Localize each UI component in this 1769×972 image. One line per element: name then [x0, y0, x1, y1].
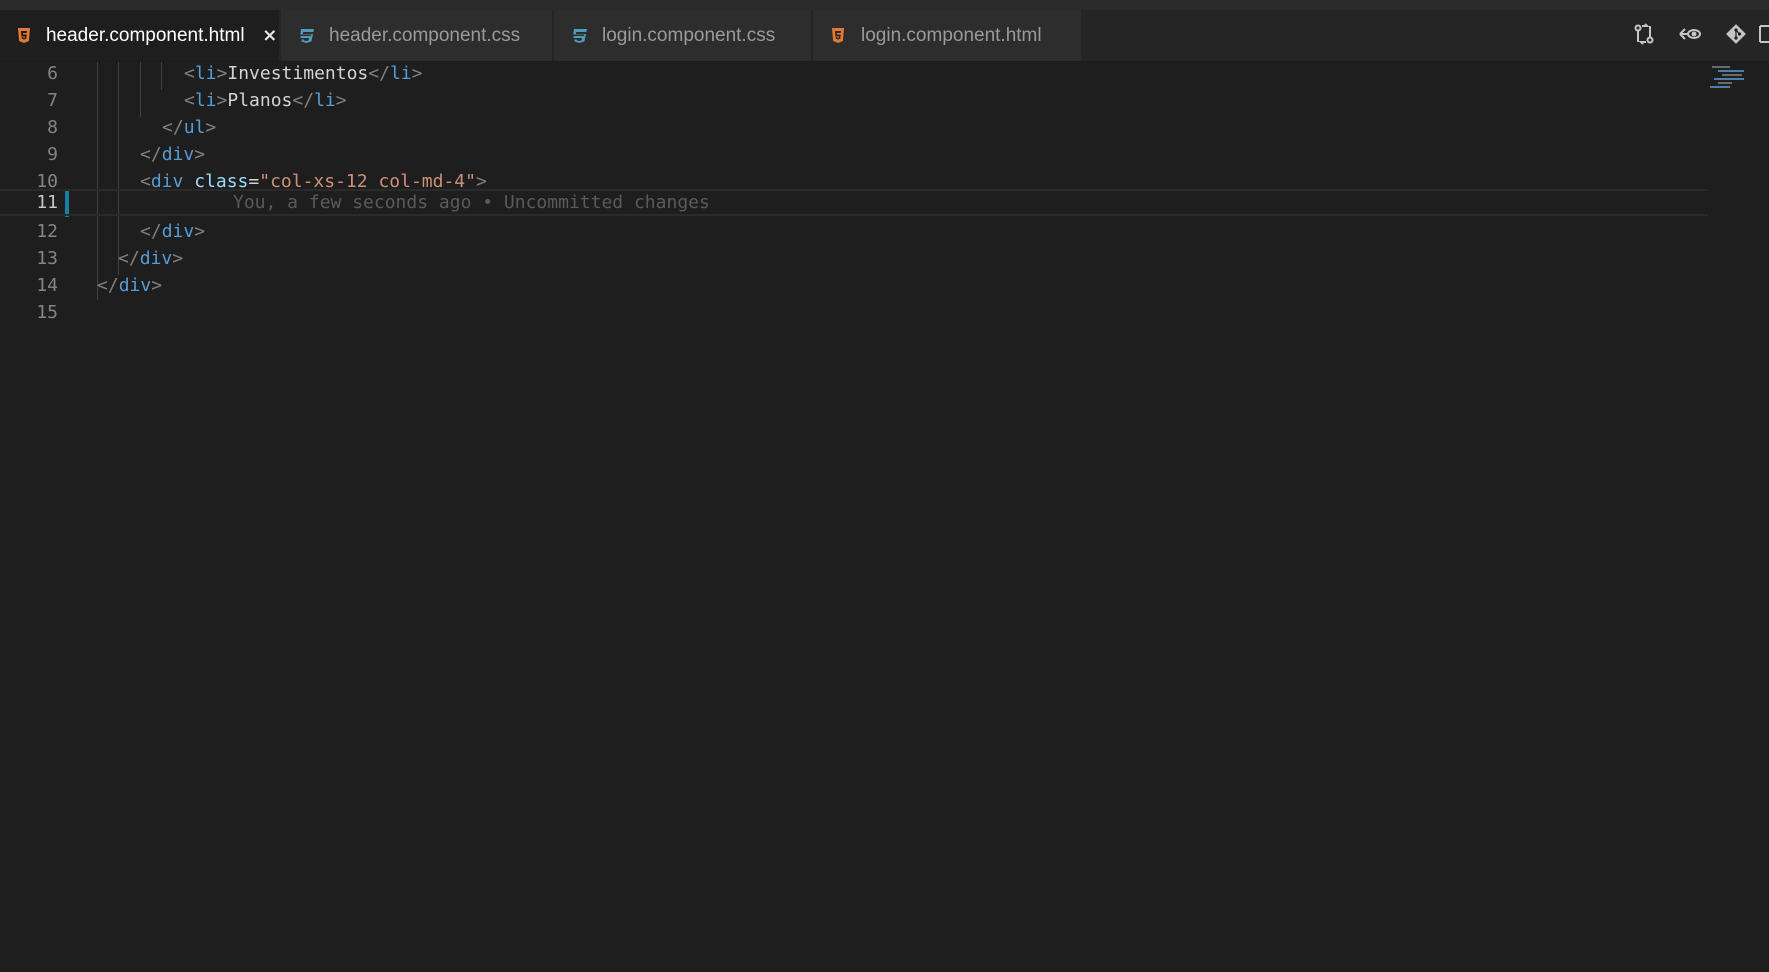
code-line: 15: [0, 299, 1708, 326]
editor-tab-bar: header.component.html × header.component…: [0, 10, 1769, 62]
line-number: 14: [36, 275, 58, 296]
code-line: 13 </div>: [0, 245, 1708, 272]
line-content: </div>: [97, 275, 163, 296]
split-editor-button[interactable]: [1759, 10, 1769, 61]
code-editor[interactable]: 6 <li>Investimentos</li> 7 <li>Planos</l…: [0, 62, 1769, 972]
code-line: 14 </div>: [0, 272, 1708, 299]
line-number: 11: [36, 192, 58, 213]
code-line: 7 <li>Planos</li>: [0, 87, 1708, 114]
code-line-current: 11 You, a few seconds ago • Uncommitted …: [0, 189, 1708, 216]
css3-file-icon: [293, 25, 319, 47]
git-blame-annotation: You, a few seconds ago • Uncommitted cha…: [233, 192, 710, 213]
editor-actions: [1621, 10, 1769, 61]
code-line: 12 </div>: [0, 218, 1708, 245]
split-editor-icon: [1759, 24, 1769, 48]
git-icon: [1725, 23, 1747, 49]
line-number: 8: [47, 117, 58, 138]
line-number: 7: [47, 90, 58, 111]
tab-label: login.component.css: [602, 24, 776, 46]
line-number: 13: [36, 248, 58, 269]
open-changes-button[interactable]: [1667, 10, 1713, 61]
tab-header-component-css[interactable]: header.component.css: [281, 10, 553, 61]
compare-changes-button[interactable]: [1621, 10, 1667, 61]
code-line: 6 <li>Investimentos</li>: [0, 60, 1708, 87]
line-content: </div>: [140, 144, 206, 165]
line-content: </ul>: [162, 117, 217, 138]
tab-login-component-css[interactable]: login.component.css: [554, 10, 812, 61]
html5-file-icon: [825, 25, 851, 47]
line-content: <li>Planos</li>: [184, 90, 347, 111]
git-button[interactable]: [1713, 10, 1759, 61]
tab-login-component-html[interactable]: login.component.html: [813, 10, 1082, 61]
html5-file-icon: [12, 25, 36, 47]
line-number: 15: [36, 302, 58, 323]
compare-changes-icon: [1633, 22, 1655, 49]
code-line: 9 </div>: [0, 141, 1708, 168]
close-icon[interactable]: ×: [261, 25, 279, 46]
line-number: 6: [47, 63, 58, 84]
minimap-preview: [1710, 66, 1744, 88]
line-number: 12: [36, 221, 58, 242]
css3-file-icon: [566, 25, 592, 47]
line-content: </div>: [140, 221, 206, 242]
code-line: 8 </ul>: [0, 114, 1708, 141]
tab-label: login.component.html: [861, 24, 1042, 46]
tab-label: header.component.css: [329, 24, 521, 46]
minimap[interactable]: [1708, 62, 1769, 972]
line-content: </div>: [118, 248, 184, 269]
open-changes-icon: [1678, 25, 1702, 47]
title-strip: [0, 0, 1769, 10]
tab-header-component-html[interactable]: header.component.html ×: [0, 10, 280, 61]
line-number: 9: [47, 144, 58, 165]
line-content: <li>Investimentos</li>: [184, 63, 423, 84]
tab-label: header.component.html: [45, 24, 245, 46]
